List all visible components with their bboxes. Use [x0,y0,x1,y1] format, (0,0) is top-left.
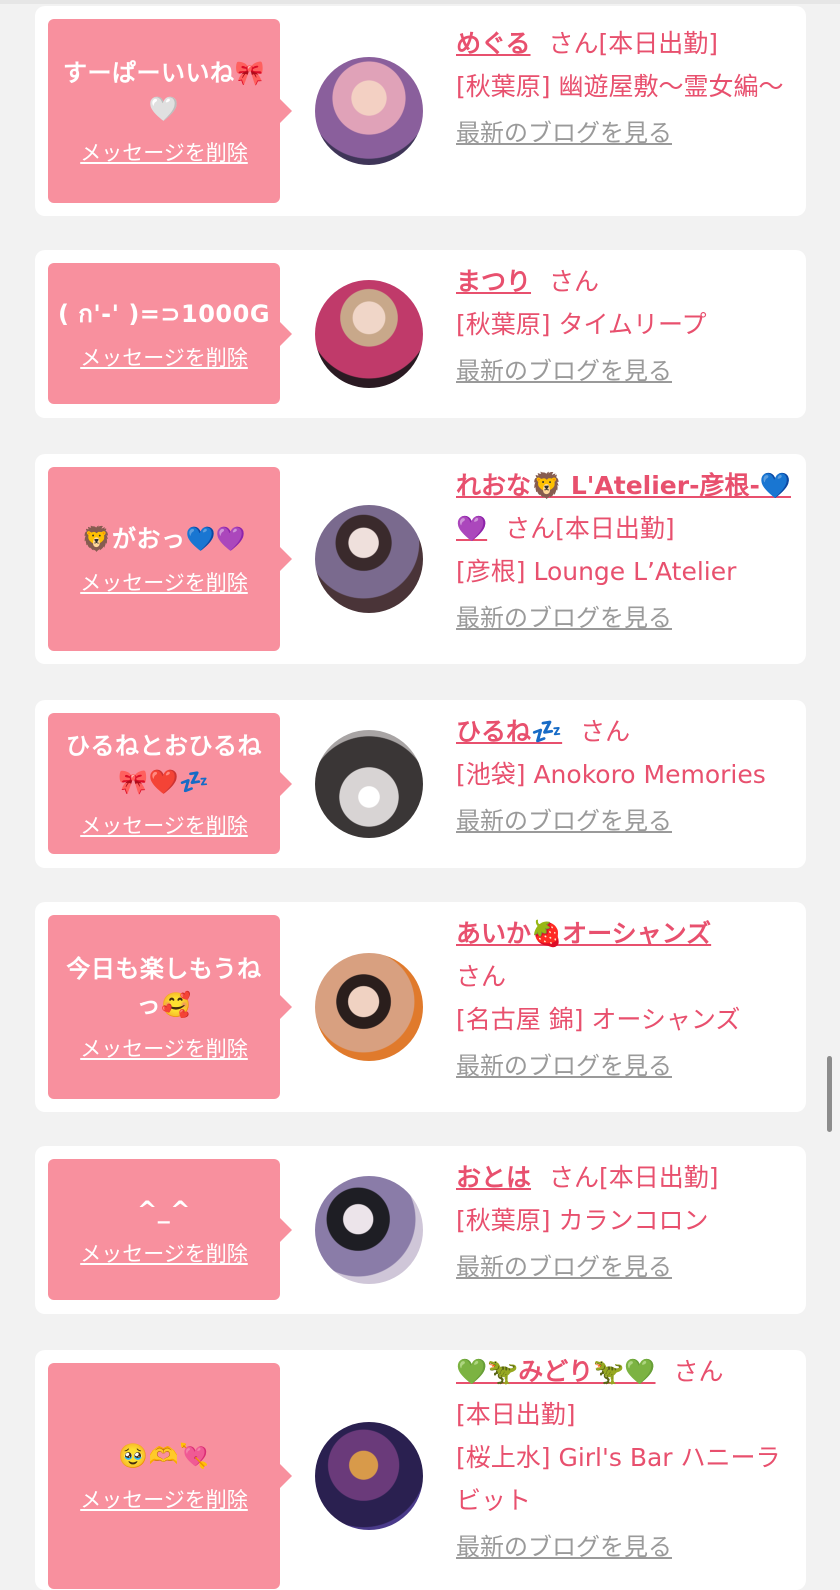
message-bubble: 🥹🫶💘 メッセージを削除 [48,1363,292,1589]
avatar[interactable] [315,280,423,388]
message-bubble: 今日も楽しもうねっ🥰 メッセージを削除 [48,915,292,1099]
scrollbar[interactable] [827,1056,832,1132]
message-text: 🥹🫶💘 [118,1442,210,1470]
delete-message-link[interactable]: メッセージを削除 [80,1238,248,1268]
latest-blog-link[interactable]: 最新のブログを見る [456,597,801,640]
san-label: さん [456,962,507,991]
latest-blog-link[interactable]: 最新のブログを見る [456,1526,801,1569]
shop-name: [名古屋 錦] オーシャンズ [456,1005,741,1034]
top-divider [0,0,840,4]
message-bubble: ひるねとおひるね🎀❤️💤 メッセージを削除 [48,713,292,854]
san-label: さん [673,1357,724,1386]
latest-blog-link[interactable]: 最新のブログを見る [456,800,801,843]
status-badge: [本日出勤] [598,29,719,58]
cast-name-link[interactable]: 💚🦖みどり🦖💚 [456,1357,656,1386]
cast-info: れおな🦁 L'Atelier-彦根-💙💜 さん[本日出勤] [彦根] Lounge… [456,464,801,640]
san-label: さん [549,267,600,296]
cast-name-link[interactable]: おとは [456,1163,531,1192]
cast-info: おとは さん[本日出勤] [秋葉原] カランコロン 最新のブログを見る [456,1156,801,1289]
avatar[interactable] [315,57,423,165]
shop-name: [池袋] Anokoro Memories [456,760,766,789]
san-label: さん [549,1163,600,1192]
shop-name: [桜上水] Girl's Bar ハニーラビット [456,1443,781,1515]
cast-info: ひるね💤 さん [池袋] Anokoro Memories 最新のブログを見る [456,710,801,843]
san-label: さん [505,514,556,543]
list-item: ^_^ メッセージを削除 おとは さん[本日出勤] [秋葉原] カランコロン 最新… [35,1146,806,1314]
shop-name: [秋葉原] カランコロン [456,1206,709,1235]
list-item: ( ก'-' )=⊃1000G メッセージを削除 まつり さん [秋葉原] タイム… [35,250,806,418]
message-bubble: ^_^ メッセージを削除 [48,1159,292,1300]
latest-blog-link[interactable]: 最新のブログを見る [456,350,801,393]
avatar[interactable] [315,505,423,613]
avatar[interactable] [315,953,423,1061]
message-text: すーぱーいいね🎀🤍 [63,59,265,123]
message-text: 🦁がおっ💙💜 [81,525,247,553]
avatar[interactable] [315,1422,423,1530]
shop-name: [秋葉原] 幽遊屋敷〜霊女編〜 [456,72,784,101]
delete-message-link[interactable]: メッセージを削除 [80,1033,248,1063]
list-item: 今日も楽しもうねっ🥰 メッセージを削除 あいか🍓オーシャンズ さん [名古屋 錦… [35,902,806,1112]
message-text: 今日も楽しもうねっ🥰 [66,955,262,1019]
cast-name-link[interactable]: あいか🍓オーシャンズ [456,919,711,948]
cast-info: まつり さん [秋葉原] タイムリープ 最新のブログを見る [456,260,801,393]
cast-name-link[interactable]: ひるね💤 [456,717,562,746]
shop-name: [彦根] Lounge L’Atelier [456,557,737,586]
status-badge: [本日出勤] [599,1163,719,1192]
status-badge: [本日出勤] [456,1400,576,1429]
message-bubble: ( ก'-' )=⊃1000G メッセージを削除 [48,263,292,404]
latest-blog-link[interactable]: 最新のブログを見る [456,1045,801,1088]
status-badge: [本日出勤] [555,514,675,543]
cast-name-link[interactable]: まつり [456,267,531,296]
san-label: さん [548,29,599,58]
avatar[interactable] [315,1176,423,1284]
san-label: さん [580,717,631,746]
list-item: 🥹🫶💘 メッセージを削除 💚🦖みどり🦖💚 さん [本日出勤] [桜上水] Girl… [35,1350,806,1590]
list-item: すーぱーいいね🎀🤍 メッセージを削除 めぐる さん[本日出勤] [秋葉原] 幽遊屋… [35,6,806,216]
delete-message-link[interactable]: メッセージを削除 [80,567,248,597]
list-item: ひるねとおひるね🎀❤️💤 メッセージを削除 ひるね💤 さん [池袋] Anokor… [35,700,806,868]
message-text: ひるねとおひるね🎀❤️💤 [66,731,262,796]
shop-name: [秋葉原] タイムリープ [456,310,707,339]
cast-info: めぐる さん[本日出勤] [秋葉原] 幽遊屋敷〜霊女編〜 最新のブログを見る [456,22,801,155]
message-bubble: すーぱーいいね🎀🤍 メッセージを削除 [48,19,292,203]
cast-info: 💚🦖みどり🦖💚 さん [本日出勤] [桜上水] Girl's Bar ハニーラビッ… [456,1350,801,1569]
latest-blog-link[interactable]: 最新のブログを見る [456,112,801,155]
message-text: ^_^ [137,1195,191,1224]
message-bubble: 🦁がおっ💙💜 メッセージを削除 [48,467,292,651]
delete-message-link[interactable]: メッセージを削除 [80,137,248,167]
latest-blog-link[interactable]: 最新のブログを見る [456,1246,801,1289]
delete-message-link[interactable]: メッセージを削除 [80,1484,248,1514]
delete-message-link[interactable]: メッセージを削除 [80,342,248,372]
delete-message-link[interactable]: メッセージを削除 [80,810,248,840]
message-text: ( ก'-' )=⊃1000G [57,299,271,328]
cast-info: あいか🍓オーシャンズ さん [名古屋 錦] オーシャンズ 最新のブログを見る [456,912,801,1088]
cast-name-link[interactable]: めぐる [456,29,531,58]
avatar[interactable] [315,730,423,838]
list-item: 🦁がおっ💙💜 メッセージを削除 れおな🦁 L'Atelier-彦根-💙💜 さん[本… [35,454,806,664]
